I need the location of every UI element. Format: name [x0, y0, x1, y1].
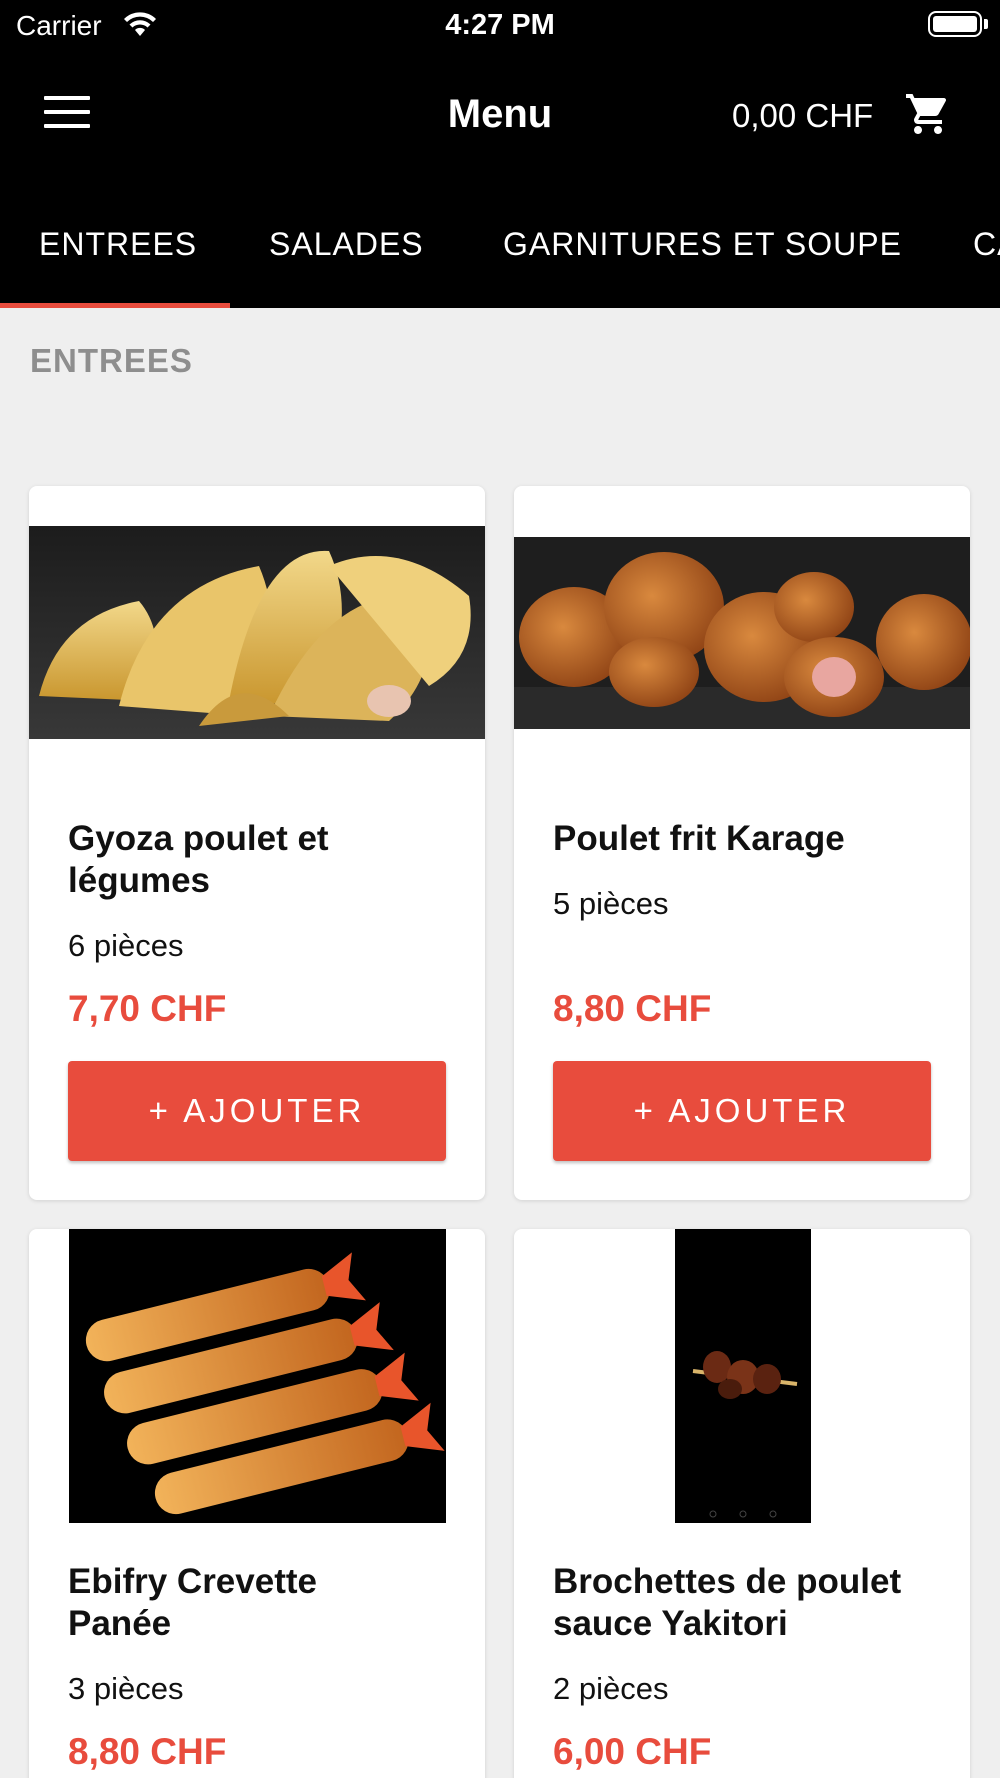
- status-bar: Carrier 4:27 PM: [0, 0, 1000, 52]
- tab-partial[interactable]: CA: [973, 226, 1000, 263]
- add-to-cart-button[interactable]: + AJOUTER: [68, 1061, 446, 1161]
- product-name-line-2: légumes: [68, 861, 210, 900]
- clock: 4:27 PM: [445, 9, 555, 41]
- shopping-cart-icon[interactable]: [904, 90, 952, 138]
- product-description: 5 pièces: [553, 886, 669, 921]
- product-description: 3 pièces: [68, 1671, 184, 1706]
- section-heading: ENTREES: [30, 342, 193, 379]
- app-bar: Menu 0,00 CHF: [0, 52, 1000, 180]
- product-name: Poulet frit Karage: [553, 819, 845, 858]
- battery-icon: [928, 11, 982, 37]
- battery-nub: [984, 19, 988, 29]
- product-name-line-1: Ebifry Crevette: [68, 1562, 317, 1601]
- add-to-cart-button[interactable]: + AJOUTER: [553, 1061, 931, 1161]
- product-card[interactable]: Gyoza poulet et légumes 6 pièces 7,70 CH…: [29, 486, 485, 1200]
- product-card[interactable]: Poulet frit Karage 5 pièces 8,80 CHF + A…: [514, 486, 970, 1200]
- product-name-line-2: Panée: [68, 1604, 172, 1643]
- tab-entrees[interactable]: ENTREES: [39, 226, 197, 263]
- product-description: 2 pièces: [553, 1671, 669, 1706]
- product-price: 8,80 CHF: [553, 988, 712, 1029]
- product-card[interactable]: Brochettes de poulet sauce Yakitori 2 pi…: [514, 1229, 970, 1778]
- product-price: 7,70 CHF: [68, 988, 227, 1029]
- product-image-yakitori: [675, 1229, 811, 1523]
- tab-indicator: [0, 303, 230, 308]
- cart-total[interactable]: 0,00 CHF: [732, 97, 873, 135]
- product-card[interactable]: Ebifry Crevette Panée 3 pièces 8,80 CHF: [29, 1229, 485, 1778]
- product-name-line-2: sauce Yakitori: [553, 1604, 788, 1643]
- product-name-line-1: Brochettes de poulet: [553, 1562, 902, 1601]
- product-price: 6,00 CHF: [553, 1731, 712, 1772]
- product-image-gyoza: [29, 526, 485, 739]
- tab-salades[interactable]: SALADES: [269, 226, 424, 263]
- product-price: 8,80 CHF: [68, 1731, 227, 1772]
- product-description: 6 pièces: [68, 928, 184, 963]
- tab-garnitures-et-soupe[interactable]: GARNITURES ET SOUPE: [503, 226, 902, 263]
- product-image-ebifry: [69, 1229, 446, 1523]
- product-image-karage: [514, 537, 970, 729]
- product-name-line-1: Gyoza poulet et: [68, 819, 329, 858]
- category-tabs: ENTREES SALADES GARNITURES ET SOUPE CA: [0, 180, 1000, 308]
